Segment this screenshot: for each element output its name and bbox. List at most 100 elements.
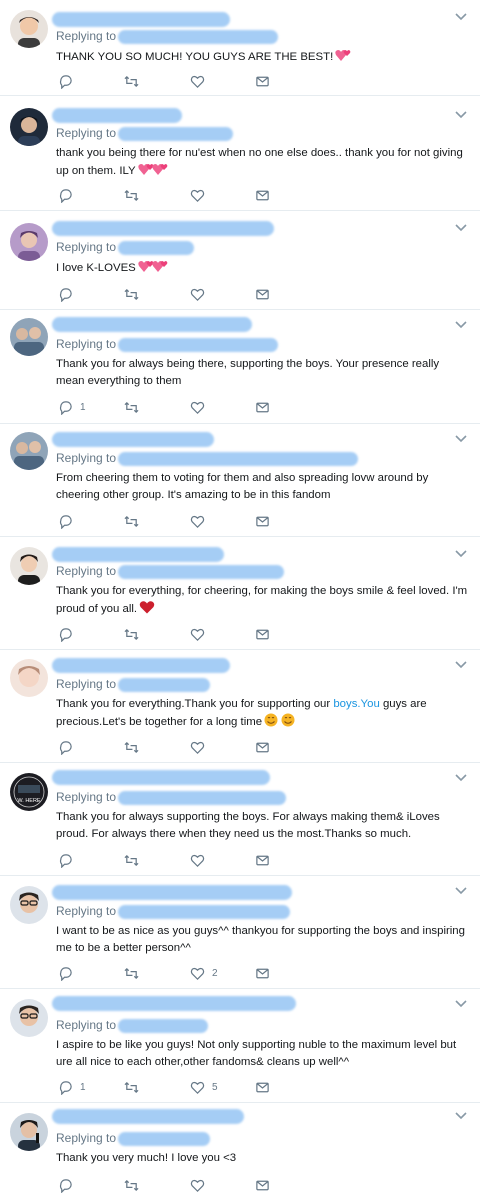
reply-button[interactable] bbox=[58, 286, 80, 302]
chevron-down-icon[interactable] bbox=[454, 773, 468, 783]
display-name-redacted[interactable] bbox=[52, 996, 296, 1011]
avatar[interactable] bbox=[10, 886, 48, 924]
replying-to-handle[interactable] bbox=[118, 240, 195, 255]
like-button[interactable] bbox=[190, 626, 212, 642]
display-name-redacted[interactable] bbox=[52, 770, 270, 785]
chevron-down-icon[interactable] bbox=[454, 110, 468, 120]
reply-tweet[interactable]: Replying to THANK YOU SO MUCH! YOU GUYS … bbox=[0, 0, 480, 96]
reply-button[interactable] bbox=[58, 1177, 80, 1193]
reply-tweet[interactable]: Replying to Thank you for everything, fo… bbox=[0, 537, 480, 650]
avatar[interactable]: W. HERE bbox=[10, 773, 48, 811]
reply-button[interactable] bbox=[58, 187, 80, 203]
reply-tweet[interactable]: Replying to I aspire to be like you guys… bbox=[0, 989, 480, 1103]
avatar[interactable] bbox=[10, 432, 48, 470]
avatar[interactable] bbox=[10, 318, 48, 356]
replying-to-handle[interactable] bbox=[118, 904, 291, 919]
like-button[interactable]: 5 bbox=[190, 1079, 218, 1095]
replying-to-handle[interactable] bbox=[118, 451, 359, 466]
reply-tweet[interactable]: Replying to From cheering them to voting… bbox=[0, 424, 480, 537]
direct-message-button[interactable] bbox=[255, 513, 270, 529]
retweet-button[interactable] bbox=[124, 739, 139, 755]
like-button[interactable] bbox=[190, 399, 212, 415]
replying-to-handle[interactable] bbox=[118, 337, 279, 352]
retweet-button[interactable] bbox=[124, 286, 139, 302]
chevron-down-icon[interactable] bbox=[454, 886, 468, 896]
display-name-redacted[interactable] bbox=[52, 317, 252, 332]
chevron-down-icon[interactable] bbox=[454, 12, 468, 22]
reply-button[interactable] bbox=[58, 965, 80, 981]
replying-to-handle[interactable] bbox=[118, 677, 211, 692]
direct-message-button[interactable] bbox=[255, 739, 270, 755]
reply-tweet[interactable]: Replying to I want to be as nice as you … bbox=[0, 876, 480, 989]
reply-tweet[interactable]: Replying to Thank you very much! I love … bbox=[0, 1103, 480, 1199]
like-button[interactable] bbox=[190, 513, 212, 529]
direct-message-button[interactable] bbox=[255, 626, 270, 642]
replying-to-handle[interactable] bbox=[118, 29, 279, 44]
reply-tweet[interactable]: Replying to Thank you for always being t… bbox=[0, 310, 480, 424]
chevron-down-icon[interactable] bbox=[454, 434, 468, 444]
replying-to-handle[interactable] bbox=[118, 564, 285, 579]
direct-message-button[interactable] bbox=[255, 1079, 270, 1095]
reply-button[interactable] bbox=[58, 626, 80, 642]
reply-tweet[interactable]: W. HERE Replying to Thank you for always… bbox=[0, 763, 480, 876]
like-button[interactable] bbox=[190, 73, 212, 89]
retweet-button[interactable] bbox=[124, 399, 139, 415]
display-name-redacted[interactable] bbox=[52, 432, 214, 447]
avatar[interactable] bbox=[10, 108, 48, 146]
retweet-button[interactable] bbox=[124, 626, 139, 642]
display-name-redacted[interactable] bbox=[52, 658, 230, 673]
reply-tweet[interactable]: Replying to thank you being there for nu… bbox=[0, 96, 480, 211]
avatar[interactable] bbox=[10, 223, 48, 261]
avatar[interactable] bbox=[10, 547, 48, 585]
reply-button[interactable] bbox=[58, 739, 80, 755]
reply-tweet[interactable]: Replying to Thank you for everything.Tha… bbox=[0, 650, 480, 763]
reply-button[interactable] bbox=[58, 73, 80, 89]
chevron-down-icon[interactable] bbox=[454, 660, 468, 670]
display-name-redacted[interactable] bbox=[52, 1109, 244, 1124]
direct-message-button[interactable] bbox=[255, 1177, 270, 1193]
reply-button[interactable] bbox=[58, 852, 80, 868]
avatar[interactable] bbox=[10, 659, 48, 697]
like-button[interactable]: 2 bbox=[190, 965, 218, 981]
chevron-down-icon[interactable] bbox=[454, 999, 468, 1009]
retweet-button[interactable] bbox=[124, 73, 139, 89]
display-name-redacted[interactable] bbox=[52, 108, 182, 123]
direct-message-button[interactable] bbox=[255, 286, 270, 302]
like-button[interactable] bbox=[190, 286, 212, 302]
display-name-redacted[interactable] bbox=[52, 885, 292, 900]
avatar[interactable] bbox=[10, 1113, 48, 1151]
retweet-button[interactable] bbox=[124, 187, 139, 203]
retweet-button[interactable] bbox=[124, 852, 139, 868]
display-name-redacted[interactable] bbox=[52, 221, 274, 236]
retweet-button[interactable] bbox=[124, 1177, 139, 1193]
avatar[interactable] bbox=[10, 999, 48, 1037]
retweet-button[interactable] bbox=[124, 1079, 139, 1095]
like-button[interactable] bbox=[190, 187, 212, 203]
like-button[interactable] bbox=[190, 1177, 212, 1193]
direct-message-button[interactable] bbox=[255, 187, 270, 203]
chevron-down-icon[interactable] bbox=[454, 1111, 468, 1121]
reply-button[interactable] bbox=[58, 513, 80, 529]
tweet-link[interactable]: boys.You bbox=[333, 698, 379, 710]
chevron-down-icon[interactable] bbox=[454, 320, 468, 330]
like-button[interactable] bbox=[190, 852, 212, 868]
reply-button[interactable]: 1 bbox=[58, 399, 86, 415]
direct-message-button[interactable] bbox=[255, 852, 270, 868]
replying-to-handle[interactable] bbox=[118, 126, 234, 141]
chevron-down-icon[interactable] bbox=[454, 549, 468, 559]
direct-message-button[interactable] bbox=[255, 965, 270, 981]
like-button[interactable] bbox=[190, 739, 212, 755]
chevron-down-icon[interactable] bbox=[454, 223, 468, 233]
direct-message-button[interactable] bbox=[255, 73, 270, 89]
reply-tweet[interactable]: Replying to I love K-LOVES bbox=[0, 211, 480, 310]
replying-to-handle[interactable] bbox=[118, 790, 287, 805]
replying-to-handle[interactable] bbox=[118, 1018, 209, 1033]
replying-to-handle[interactable] bbox=[118, 1131, 211, 1146]
avatar[interactable] bbox=[10, 10, 48, 48]
display-name-redacted[interactable] bbox=[52, 12, 230, 27]
direct-message-button[interactable] bbox=[255, 399, 270, 415]
retweet-button[interactable] bbox=[124, 513, 139, 529]
reply-button[interactable]: 1 bbox=[58, 1079, 86, 1095]
display-name-redacted[interactable] bbox=[52, 547, 224, 562]
retweet-button[interactable] bbox=[124, 965, 139, 981]
